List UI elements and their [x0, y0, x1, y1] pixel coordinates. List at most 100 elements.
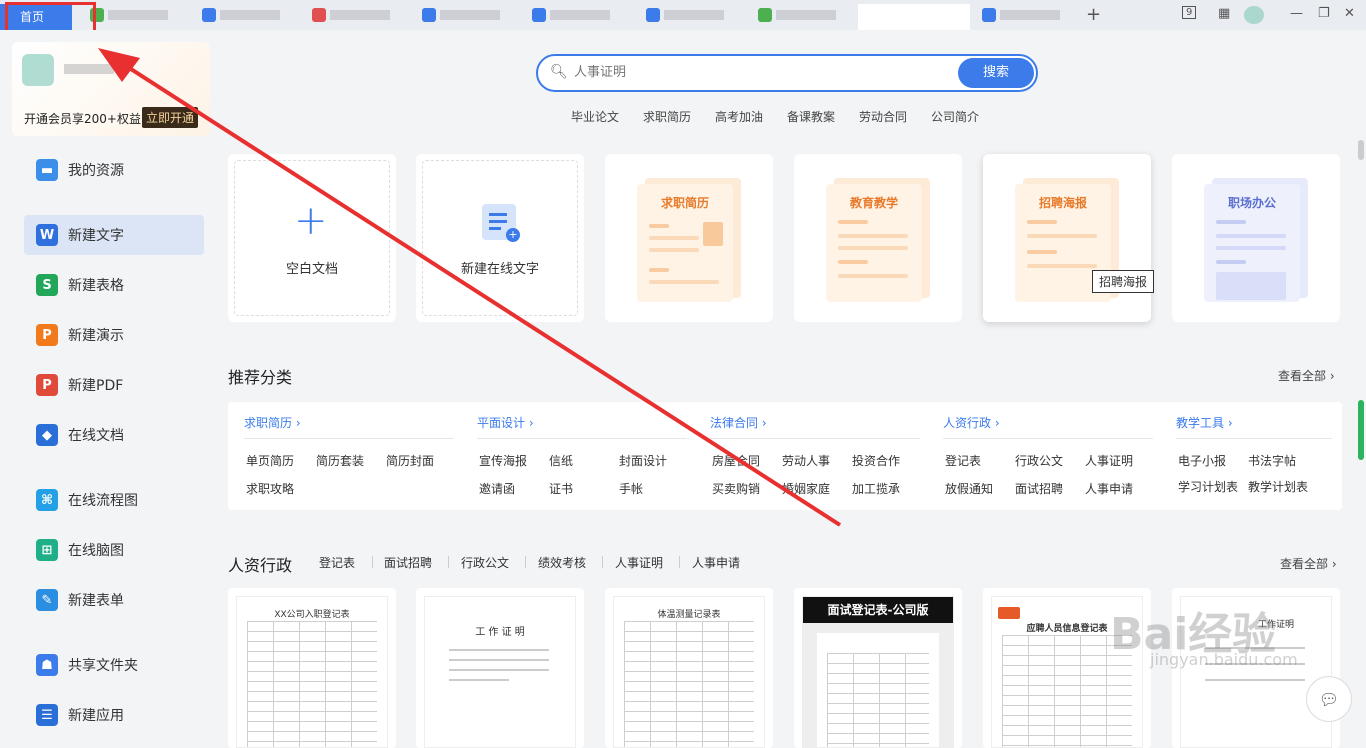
doc-thumbnail[interactable]: 工 作 证 明	[416, 588, 584, 748]
grid-apps-icon[interactable]: ▦	[1218, 6, 1230, 21]
see-all-link[interactable]: 查看全部 ›	[1280, 555, 1337, 572]
scrollbar-arrow[interactable]	[1358, 140, 1364, 160]
category-head-label: 平面设计	[477, 416, 526, 430]
scrollbar-thumb[interactable]	[1358, 400, 1364, 460]
category-item[interactable]: 面试招聘	[1015, 480, 1063, 497]
tab-blurred[interactable]	[640, 4, 740, 26]
category-item[interactable]: 求职攻略	[246, 480, 294, 497]
minimize-icon[interactable]: —	[1290, 6, 1303, 21]
hr-tab[interactable]: 绩效考核	[538, 554, 586, 571]
hr-tab[interactable]: 行政公文	[461, 554, 509, 571]
category-item[interactable]: 房屋合同	[712, 452, 760, 469]
tab-blurred[interactable]	[306, 4, 406, 26]
doc-thumbnail[interactable]: 面试登记表-公司版	[794, 588, 962, 748]
category-item[interactable]: 信纸	[549, 452, 573, 469]
search-bar: 🔍︎ 搜索	[536, 54, 1038, 92]
tab-blurred[interactable]	[526, 4, 626, 26]
chat-icon[interactable]: 💬︎	[1306, 676, 1352, 722]
category-item[interactable]: 学习计划表	[1178, 478, 1238, 495]
category-item[interactable]: 手帐	[619, 480, 643, 497]
user-avatar-icon[interactable]	[1244, 6, 1264, 24]
tab-blurred[interactable]	[752, 4, 852, 26]
new-online-doc-card[interactable]: + 新建在线文字	[416, 154, 584, 322]
category-item[interactable]: 婚姻家庭	[782, 480, 830, 497]
category-item[interactable]: 宣传海报	[479, 452, 527, 469]
category-item[interactable]: 封面设计	[619, 452, 667, 469]
category-head[interactable]: 法律合同 ›	[710, 414, 767, 431]
sidebar-item-flowchart[interactable]: ⌘ 在线流程图	[24, 480, 204, 520]
see-all-link[interactable]: 查看全部 ›	[1278, 367, 1335, 384]
see-all-label: 查看全部	[1278, 369, 1327, 383]
search-input[interactable]	[574, 65, 954, 80]
category-item[interactable]: 单页简历	[246, 452, 294, 469]
sidebar-item-share-folder[interactable]: ☗ 共享文件夹	[24, 645, 204, 685]
hot-keyword[interactable]: 高考加油	[715, 108, 763, 125]
tab-blurred[interactable]	[976, 4, 1076, 26]
sidebar-item-new-sheet[interactable]: S 新建表格	[24, 265, 204, 305]
category-head[interactable]: 教学工具 ›	[1176, 414, 1233, 431]
category-item[interactable]: 劳动人事	[782, 452, 830, 469]
sidebar-item-my-resources[interactable]: ▬ 我的资源	[24, 150, 204, 190]
tab-blurred[interactable]	[196, 4, 296, 26]
doc-thumbnail[interactable]: XX公司入职登记表	[228, 588, 396, 748]
sidebar-item-label: 新建文字	[68, 228, 124, 244]
category-item[interactable]: 书法字帖	[1248, 452, 1296, 469]
doc-title: 体温测量记录表	[657, 610, 721, 620]
restore-icon[interactable]: ❐	[1318, 6, 1330, 21]
category-item[interactable]: 人事证明	[1085, 452, 1133, 469]
avatar[interactable]	[22, 54, 54, 86]
hot-keyword[interactable]: 毕业论文	[571, 108, 619, 125]
sidebar-item-new-ppt[interactable]: P 新建演示	[24, 315, 204, 355]
hr-tab[interactable]: 人事申请	[692, 554, 740, 571]
hot-keyword[interactable]: 求职简历	[643, 108, 691, 125]
vip-open-button[interactable]: 立即开通	[142, 107, 199, 128]
sidebar-item-mindmap[interactable]: ⊞ 在线脑图	[24, 530, 204, 570]
blank-doc-card[interactable]: + 空白文档	[228, 154, 396, 322]
tab-icon	[202, 8, 216, 22]
category-head[interactable]: 求职简历 ›	[244, 414, 301, 431]
sidebar-item-new-app[interactable]: ☰ 新建应用	[24, 695, 204, 735]
new-tab-plus-icon[interactable]: +	[1086, 4, 1101, 25]
template-card-education[interactable]: 教育教学	[794, 154, 962, 322]
search-button[interactable]: 搜索	[958, 58, 1034, 88]
category-item[interactable]: 简历套装	[316, 452, 364, 469]
tab-icon	[758, 8, 772, 22]
hr-tab[interactable]: 登记表	[319, 554, 355, 571]
close-icon[interactable]: ✕	[1344, 6, 1355, 21]
hot-keyword[interactable]: 劳动合同	[859, 108, 907, 125]
sidebar-item-new-pdf[interactable]: P 新建PDF	[24, 365, 204, 405]
category-item[interactable]: 放假通知	[945, 480, 993, 497]
tab-blurred[interactable]	[84, 4, 184, 26]
category-head[interactable]: 平面设计 ›	[477, 414, 534, 431]
category-item[interactable]: 证书	[549, 480, 573, 497]
category-item[interactable]: 人事申请	[1085, 480, 1133, 497]
hot-keyword[interactable]: 公司简介	[931, 108, 979, 125]
category-item[interactable]: 登记表	[945, 452, 981, 469]
template-card-recruit-poster[interactable]: 招聘海报	[983, 154, 1151, 322]
hr-tab[interactable]: 面试招聘	[384, 554, 432, 571]
tab-blurred[interactable]	[416, 4, 516, 26]
category-item[interactable]: 邀请函	[479, 480, 515, 497]
hot-keyword[interactable]: 备课教案	[787, 108, 835, 125]
category-head[interactable]: 人资行政 ›	[943, 414, 1000, 431]
category-item[interactable]: 简历封面	[386, 452, 434, 469]
category-item[interactable]: 电子小报	[1178, 452, 1226, 469]
cloud-doc-icon: ◆	[36, 424, 58, 446]
category-item[interactable]: 行政公文	[1015, 452, 1063, 469]
vip-promo-text: 开通会员享200+权益	[24, 112, 141, 126]
doc-thumbnail[interactable]: 体温测量记录表	[605, 588, 773, 748]
category-item[interactable]: 投资合作	[852, 452, 900, 469]
category-head-label: 人资行政	[943, 416, 992, 430]
template-card-office[interactable]: 职场办公	[1172, 154, 1340, 322]
hr-tab[interactable]: 人事证明	[615, 554, 663, 571]
sidebar-item-form[interactable]: ✎ 新建表单	[24, 580, 204, 620]
sidebar-item-label: 新建表格	[68, 278, 124, 294]
category-item[interactable]: 教学计划表	[1248, 478, 1308, 495]
sidebar-item-new-word[interactable]: W 新建文字	[24, 215, 204, 255]
template-card-resume[interactable]: 求职简历	[605, 154, 773, 322]
category-item[interactable]: 加工揽承	[852, 480, 900, 497]
tab-active[interactable]	[858, 4, 970, 30]
category-item[interactable]: 买卖购销	[712, 480, 760, 497]
tab-count-icon[interactable]: 9	[1182, 6, 1197, 19]
sidebar-item-online-doc[interactable]: ◆ 在线文档	[24, 415, 204, 455]
